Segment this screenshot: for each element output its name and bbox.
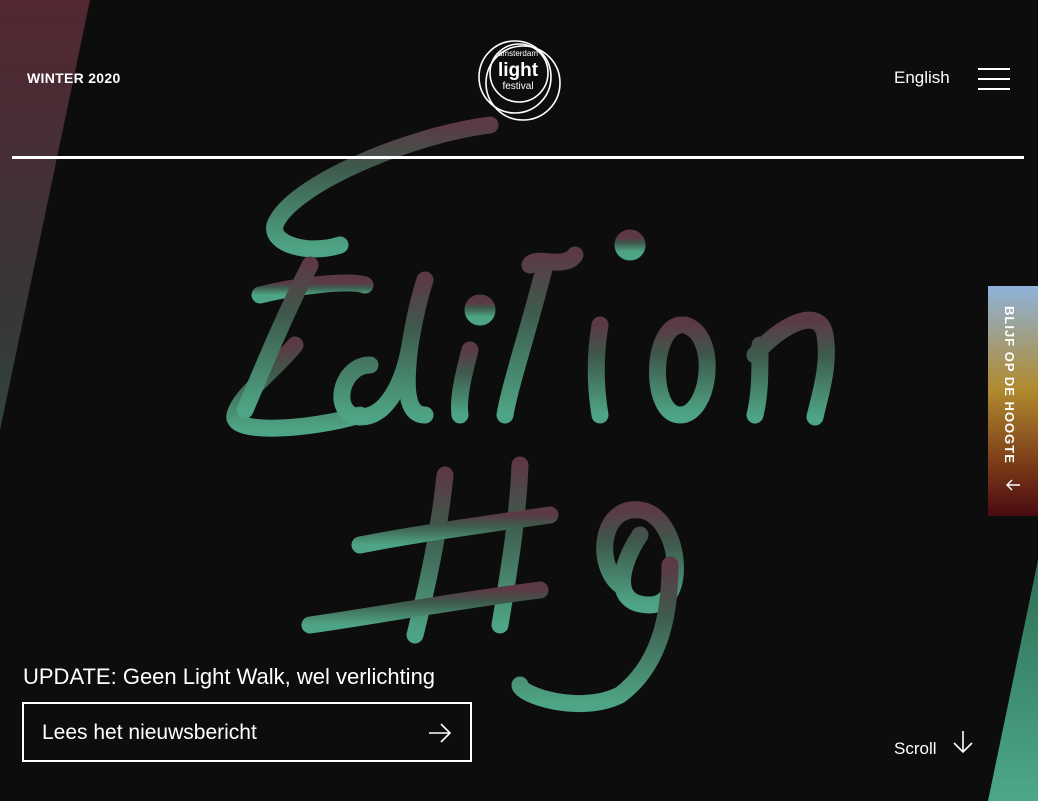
header-divider <box>12 156 1024 159</box>
hero-artwork <box>200 95 880 735</box>
season-label: WINTER 2020 <box>27 70 121 86</box>
logo-line-1: amsterdam <box>498 49 538 58</box>
logo-line-3: festival <box>502 81 533 92</box>
arrow-right-icon <box>428 723 452 748</box>
scroll-label: Scroll <box>894 739 937 758</box>
language-switch[interactable]: English <box>894 68 950 88</box>
hamburger-menu-icon <box>978 68 1010 70</box>
logo-line-2: light <box>498 60 539 81</box>
newsletter-tab[interactable]: BLIJF OP DE HOOGTE <box>988 286 1038 516</box>
hamburger-menu-icon <box>978 88 1010 90</box>
festival-logo[interactable]: amsterdam light festival <box>473 33 563 125</box>
arrow-left-icon <box>1005 478 1021 497</box>
newsletter-tab-label: BLIJF OP DE HOOGTE <box>1002 306 1017 464</box>
menu-button[interactable] <box>978 68 1010 90</box>
read-news-button-label: Lees het nieuwsbericht <box>42 721 257 744</box>
hamburger-menu-icon <box>978 78 1010 80</box>
update-title: UPDATE: Geen Light Walk, wel verlichting <box>23 664 436 689</box>
read-news-button[interactable]: Lees het nieuwsbericht <box>22 702 472 762</box>
decorative-stripe-right <box>988 560 1038 801</box>
arrow-down-icon <box>952 730 974 759</box>
